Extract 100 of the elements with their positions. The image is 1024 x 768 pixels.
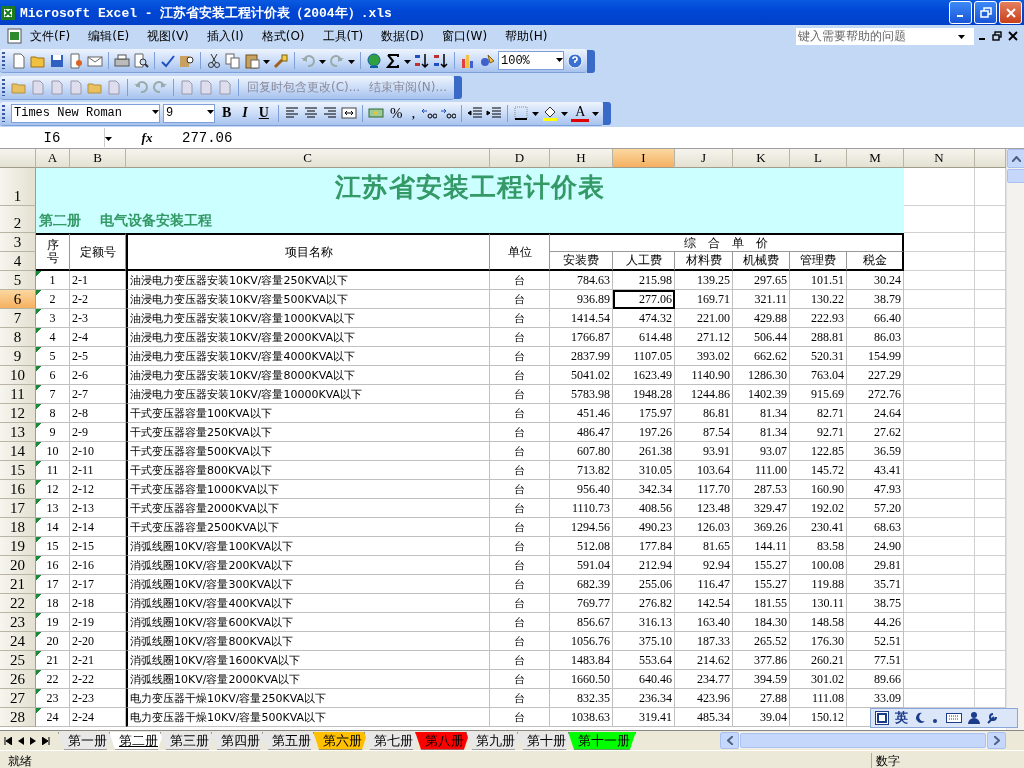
copy-icon[interactable] xyxy=(225,52,241,69)
align-center-icon[interactable] xyxy=(302,105,319,121)
row-header[interactable]: 8 xyxy=(0,328,36,347)
align-right-icon[interactable] xyxy=(321,105,338,121)
decrease-indent-icon[interactable] xyxy=(467,105,484,121)
column-header[interactable]: D xyxy=(490,149,550,168)
menu-item[interactable]: 格式(O) xyxy=(255,26,311,46)
drawing-shapes-icon[interactable] xyxy=(479,52,495,69)
scroll-left-icon[interactable] xyxy=(726,736,733,745)
row-header[interactable]: 2 xyxy=(0,206,36,233)
column-header[interactable]: L xyxy=(790,149,847,168)
row-header[interactable]: 17 xyxy=(0,499,36,518)
row-header[interactable]: 10 xyxy=(0,366,36,385)
row-header[interactable]: 22 xyxy=(0,594,36,613)
column-header[interactable]: I xyxy=(613,149,675,168)
row-header[interactable]: 3 xyxy=(0,233,36,252)
insert-function-button[interactable]: fx xyxy=(141,129,153,145)
row-header[interactable]: 13 xyxy=(0,423,36,442)
column-header[interactable]: C xyxy=(126,149,490,168)
paste-icon[interactable] xyxy=(244,52,260,69)
row-header[interactable]: 23 xyxy=(0,613,36,632)
italic-button[interactable]: I xyxy=(238,105,252,121)
format-painter-icon[interactable] xyxy=(273,52,289,69)
restore-button[interactable] xyxy=(974,1,997,24)
row-header[interactable]: 16 xyxy=(0,480,36,499)
underline-button[interactable]: U xyxy=(254,105,273,121)
scroll-up-icon[interactable] xyxy=(1012,155,1021,162)
column-header[interactable]: N xyxy=(904,149,975,168)
column-header[interactable]: M xyxy=(847,149,904,168)
restore-icon[interactable] xyxy=(992,31,1002,41)
cut-icon[interactable] xyxy=(206,52,222,69)
print-icon[interactable] xyxy=(114,52,130,69)
sheet-tab[interactable]: 第七册 xyxy=(364,731,419,750)
sheet-tab[interactable]: 第九册 xyxy=(466,731,521,750)
font-color-button[interactable]: A xyxy=(571,104,590,122)
row-header[interactable]: 18 xyxy=(0,518,36,537)
close-button[interactable] xyxy=(999,1,1022,24)
sort-ascending-icon[interactable] xyxy=(414,52,430,69)
sheet-tab[interactable]: 第一册 xyxy=(58,731,113,750)
menu-item[interactable]: 帮助(H) xyxy=(499,26,554,46)
sheet-tab[interactable]: 第八册 xyxy=(415,731,470,750)
bold-button[interactable]: B xyxy=(218,105,236,121)
column-header[interactable]: J xyxy=(675,149,733,168)
font-size-dropdown[interactable]: 9 xyxy=(163,103,215,123)
sheet-tab[interactable]: 第十一册 xyxy=(568,731,636,750)
menu-item[interactable]: 窗口(W) xyxy=(435,26,494,46)
merge-center-icon[interactable] xyxy=(340,105,357,121)
last-sheet-icon[interactable] xyxy=(42,736,50,745)
row-header[interactable]: 20 xyxy=(0,556,36,575)
row-header[interactable]: 12 xyxy=(0,404,36,423)
sheet-tab[interactable]: 第四册 xyxy=(211,731,266,750)
column-header[interactable]: K xyxy=(733,149,790,168)
next-sheet-icon[interactable] xyxy=(30,736,36,745)
menu-item[interactable]: 工具(T) xyxy=(316,26,370,46)
new-document-icon[interactable] xyxy=(11,52,27,69)
scroll-thumb[interactable] xyxy=(1007,169,1024,183)
toolbar-options-button[interactable] xyxy=(603,102,612,125)
row-header[interactable]: 28 xyxy=(0,708,36,727)
row-header[interactable]: 6 xyxy=(0,290,36,309)
bar-chart-icon[interactable] xyxy=(460,52,476,69)
increase-indent-icon[interactable] xyxy=(486,105,503,121)
comma-button[interactable]: , xyxy=(408,104,419,122)
scroll-right-icon[interactable] xyxy=(993,736,1000,745)
row-header[interactable]: 4 xyxy=(0,252,36,271)
column-header[interactable]: B xyxy=(70,149,126,168)
menu-item[interactable]: 视图(V) xyxy=(141,26,195,46)
menu-item[interactable]: 插入(I) xyxy=(200,26,250,46)
row-header[interactable]: 5 xyxy=(0,271,36,290)
globe-link-icon[interactable] xyxy=(366,52,382,69)
zoom-dropdown[interactable]: 100% xyxy=(498,51,564,70)
name-box[interactable]: I6 xyxy=(0,128,105,147)
formula-input[interactable]: 277.06 xyxy=(182,129,1024,146)
row-header[interactable]: 15 xyxy=(0,461,36,480)
help-search-field[interactable]: 键入需要帮助的问题 xyxy=(796,27,974,45)
close-icon[interactable] xyxy=(1008,31,1018,41)
sheet-tab[interactable]: 第十册 xyxy=(517,731,572,750)
column-header[interactable]: H xyxy=(550,149,613,168)
permission-icon[interactable] xyxy=(68,52,84,69)
menu-item[interactable]: 数据(D) xyxy=(375,26,430,46)
sheet-tab[interactable]: 第五册 xyxy=(262,731,317,750)
toolbar-options-button[interactable] xyxy=(587,49,595,73)
sheet-tab[interactable]: 第三册 xyxy=(160,731,215,750)
row-header[interactable]: 19 xyxy=(0,537,36,556)
row-header[interactable]: 9 xyxy=(0,347,36,366)
percent-button[interactable]: % xyxy=(386,104,406,122)
row-header[interactable]: 14 xyxy=(0,442,36,461)
horizontal-scrollbar[interactable] xyxy=(720,732,1006,749)
save-icon[interactable] xyxy=(49,52,65,69)
fill-color-icon[interactable] xyxy=(542,105,559,121)
menu-item[interactable]: 文件(F) xyxy=(24,26,77,46)
sheet-tab[interactable]: 第二册 xyxy=(109,731,164,750)
print-preview-icon[interactable] xyxy=(133,52,149,69)
previous-sheet-icon[interactable] xyxy=(18,736,24,745)
first-sheet-icon[interactable] xyxy=(4,736,12,745)
row-header[interactable]: 1 xyxy=(0,168,36,206)
minimize-button[interactable] xyxy=(949,1,972,24)
menu-item[interactable]: 编辑(E) xyxy=(82,26,136,46)
row-header[interactable]: 7 xyxy=(0,309,36,328)
row-header[interactable]: 21 xyxy=(0,575,36,594)
row-header[interactable]: 27 xyxy=(0,689,36,708)
